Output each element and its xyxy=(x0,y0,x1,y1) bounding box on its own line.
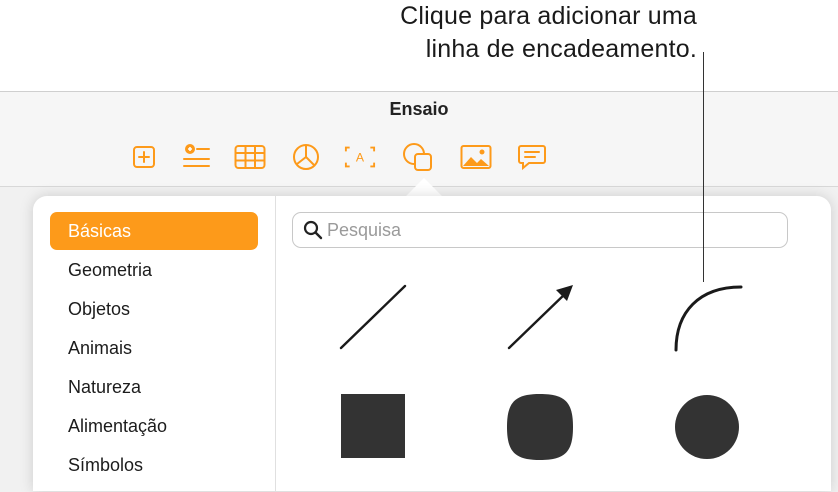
shape-rounded-square[interactable] xyxy=(507,394,573,460)
shape-arrow[interactable] xyxy=(507,284,577,350)
sidebar-item-label: Símbolos xyxy=(68,455,144,475)
sidebar-item-label: Natureza xyxy=(68,377,142,397)
sidebar-item-objetos[interactable]: Objetos xyxy=(50,290,258,328)
shape-circle[interactable] xyxy=(674,394,740,460)
add-page-icon[interactable] xyxy=(128,142,160,172)
sidebar-item-geometria[interactable]: Geometria xyxy=(50,251,258,289)
insert-list-icon[interactable] xyxy=(180,142,212,172)
callout-annotation: Clique para adicionar uma linha de encad… xyxy=(400,0,697,66)
shape-square[interactable] xyxy=(341,394,405,458)
chart-icon[interactable] xyxy=(290,142,322,172)
toolbar: Ensaio A xyxy=(0,92,838,187)
document-title: Ensaio xyxy=(389,99,449,119)
media-icon[interactable] xyxy=(460,142,492,172)
sidebar-item-label: Básicas xyxy=(68,221,132,241)
sidebar-item-basicas[interactable]: Básicas xyxy=(50,212,258,250)
table-icon[interactable] xyxy=(234,142,266,172)
callout-line-2: linha de encadeamento. xyxy=(425,35,697,63)
sidebar-item-label: Alimentação xyxy=(68,416,168,436)
search-icon xyxy=(303,220,323,245)
sidebar-item-label: Objetos xyxy=(68,299,131,319)
callout-line-1: Clique para adicionar uma xyxy=(400,2,697,30)
callout-pointer-line xyxy=(703,52,704,282)
sidebar-item-label: Geometria xyxy=(68,260,153,280)
svg-text:A: A xyxy=(356,151,365,165)
sidebar-item-label: Animais xyxy=(68,338,133,358)
search-input[interactable] xyxy=(327,217,767,243)
sidebar-item-simbolos[interactable]: Símbolos xyxy=(50,446,258,484)
shape-curve[interactable] xyxy=(673,284,745,352)
comment-icon[interactable] xyxy=(516,142,548,172)
text-box-icon[interactable]: A xyxy=(344,142,376,172)
search-field[interactable] xyxy=(292,212,788,248)
sidebar-item-natureza[interactable]: Natureza xyxy=(50,368,258,406)
popover-arrow xyxy=(406,178,442,196)
sidebar-item-animais[interactable]: Animais xyxy=(50,329,258,367)
shape-category-sidebar: Básicas Geometria Objetos Animais Nature… xyxy=(33,196,276,491)
shape-icon[interactable] xyxy=(402,142,434,172)
shape-line[interactable] xyxy=(339,284,409,350)
sidebar-item-alimentacao[interactable]: Alimentação xyxy=(50,407,258,445)
shapes-popover: Básicas Geometria Objetos Animais Nature… xyxy=(33,196,831,491)
